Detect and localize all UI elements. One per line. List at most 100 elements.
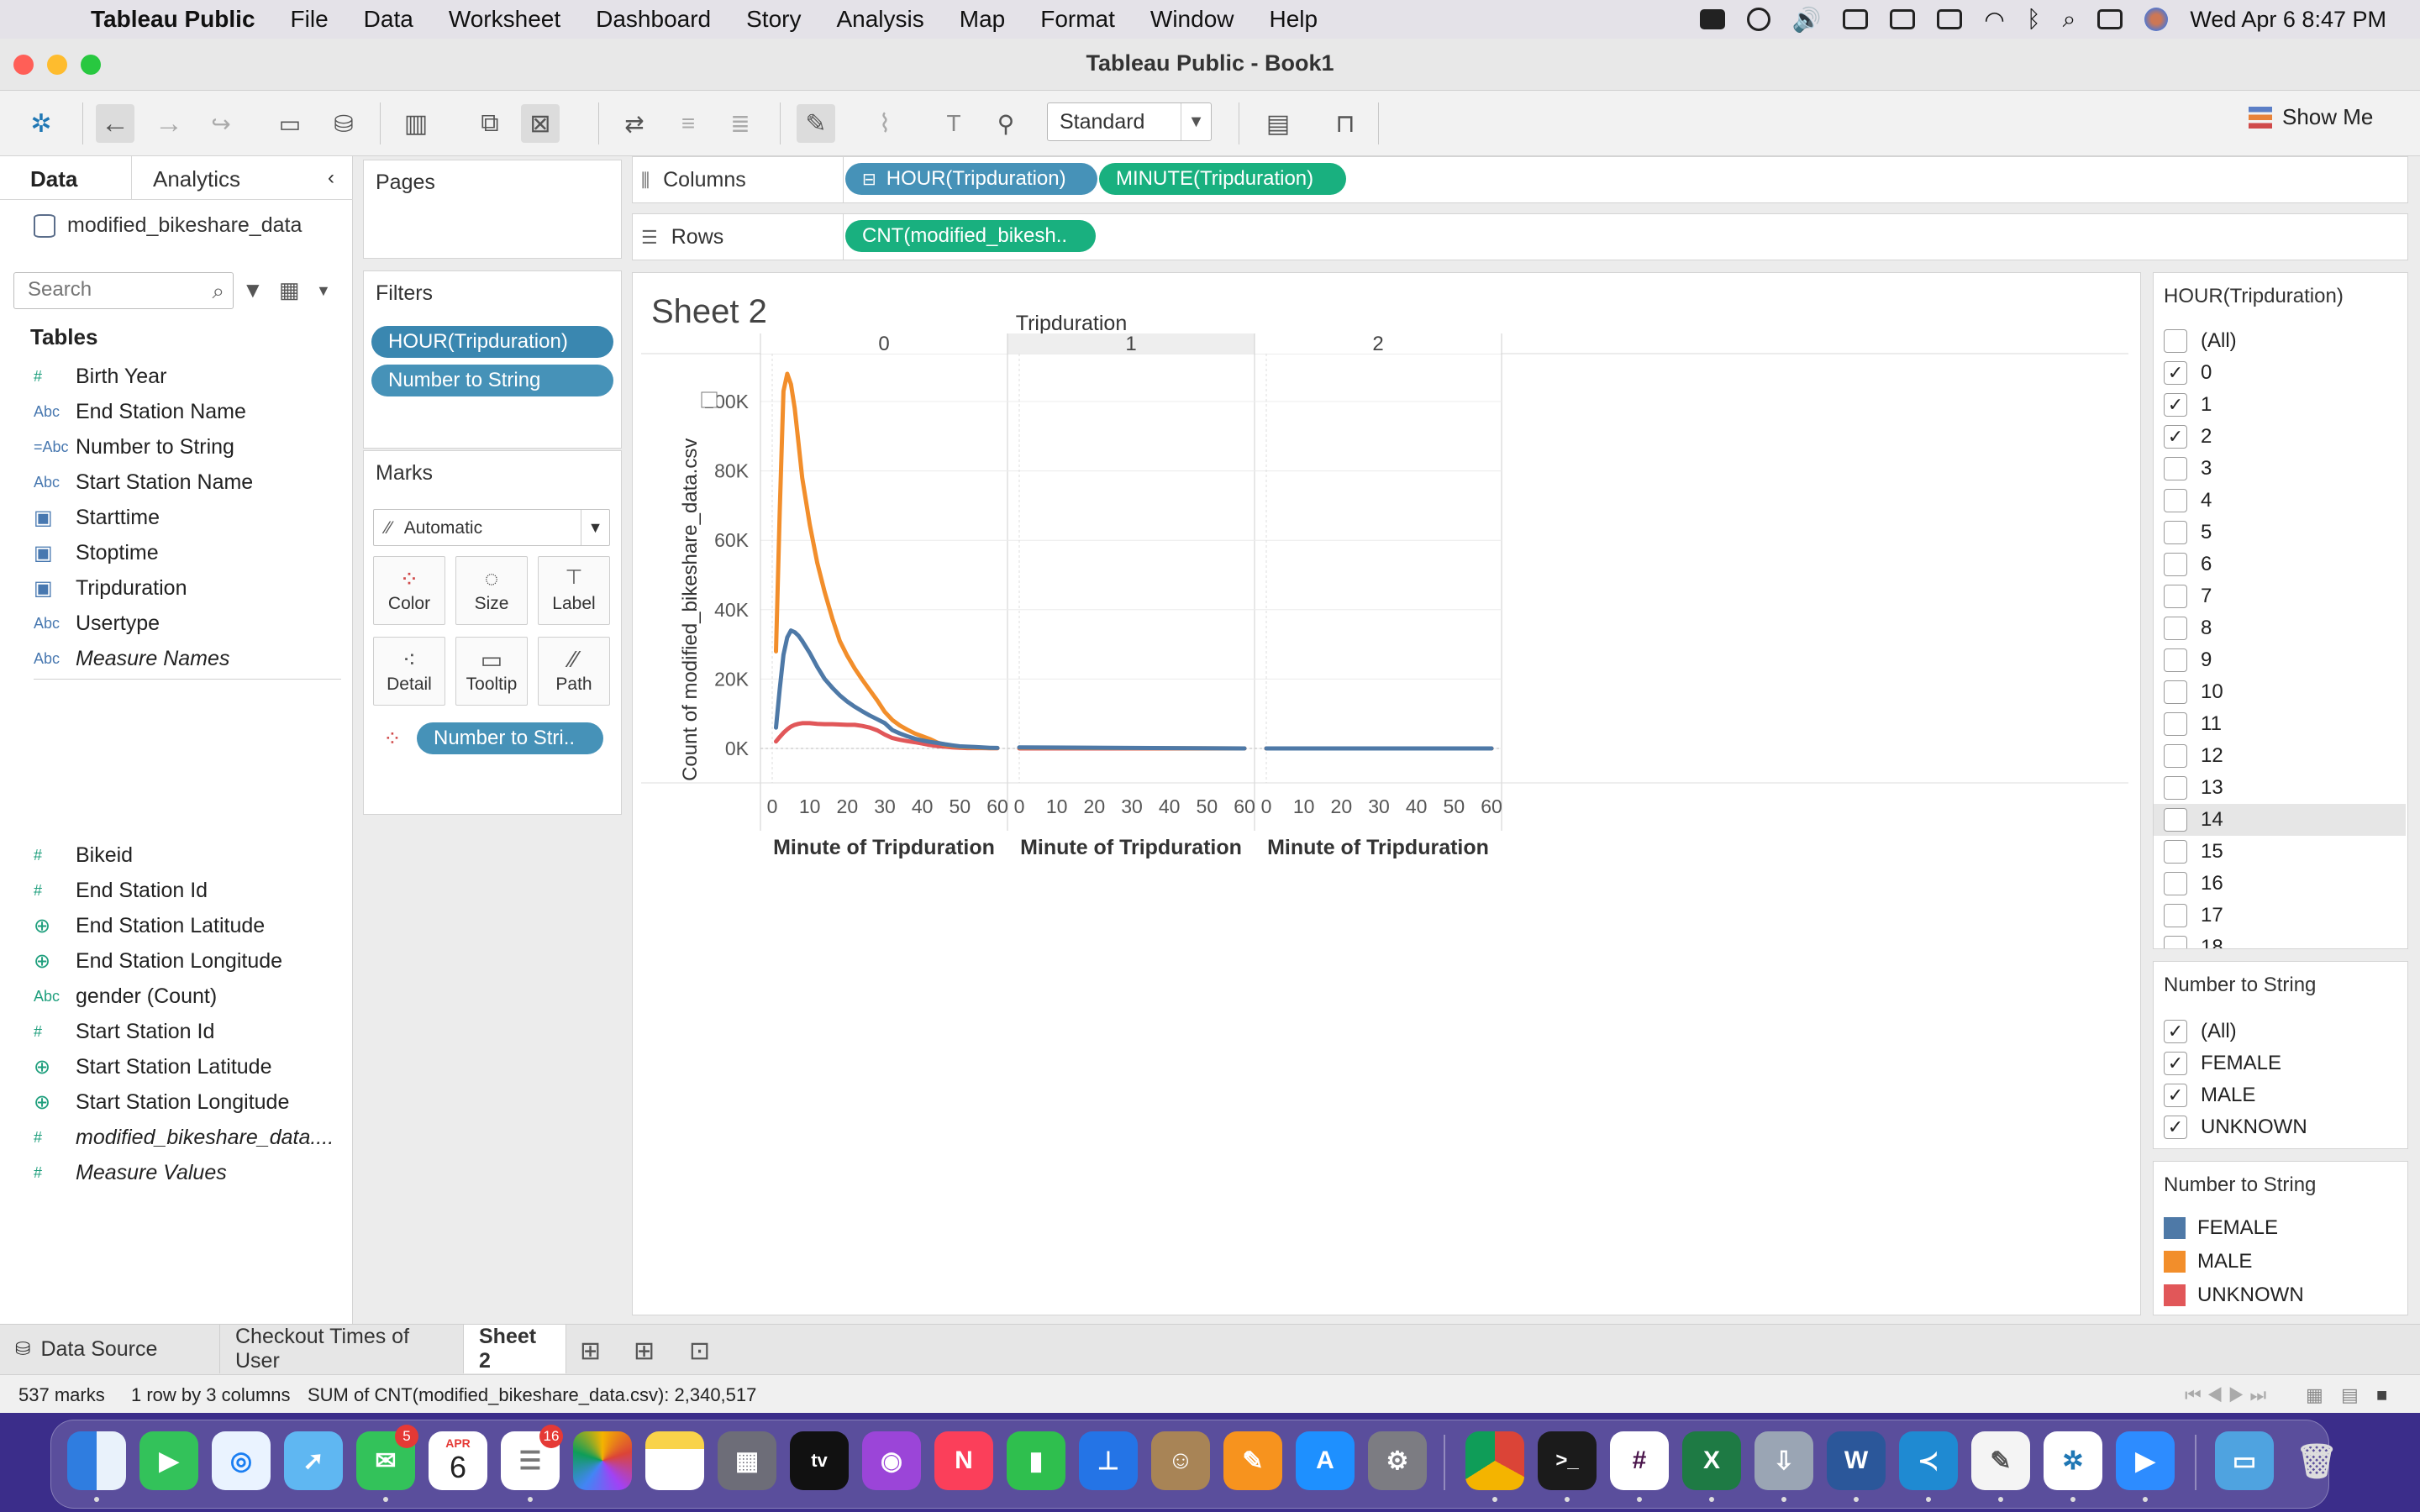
- field-bikeid[interactable]: # Bikeid: [34, 838, 345, 872]
- new-datasource-icon[interactable]: ⛁: [324, 104, 363, 143]
- legend-item[interactable]: FEMALE: [2164, 1212, 2278, 1244]
- chrome-icon[interactable]: [1465, 1431, 1524, 1490]
- hour-tripduration-filter-card[interactable]: HOUR(Tripduration) (All) ✓ 0 ✓ 1 ✓ 2 3 4 5 6 7 8 9 10 1…: [2153, 272, 2408, 949]
- field-measure-values[interactable]: # Measure Values: [34, 1156, 345, 1189]
- checkbox[interactable]: [2164, 840, 2187, 864]
- search-field[interactable]: ⌕: [13, 272, 234, 309]
- facetime-icon[interactable]: ▶: [139, 1431, 198, 1490]
- podcasts-icon[interactable]: ◉: [862, 1431, 921, 1490]
- line-chart[interactable]: Tripduration0 1 20K20K40K60K80K100KCount o…: [633, 273, 2140, 1315]
- show-me-button[interactable]: Show Me: [2249, 104, 2373, 130]
- number-to-string-filter-card[interactable]: Number to String ✓ (All) ✓ FEMALE ✓ MALE ✓ UNKN…: [2153, 961, 2408, 1149]
- string-filter-item[interactable]: ✓ UNKNOWN: [2154, 1111, 2406, 1143]
- menu-file[interactable]: File: [291, 6, 329, 33]
- contacts-icon[interactable]: ☺: [1151, 1431, 1210, 1490]
- color-pill-number-to-string[interactable]: Number to Stri..: [417, 722, 603, 754]
- columns-pill-minute-tripduration[interactable]: MINUTE(Tripduration): [1099, 163, 1346, 195]
- hour-filter-item[interactable]: 7: [2154, 580, 2406, 612]
- legend-item[interactable]: UNKNOWN: [2164, 1279, 2304, 1311]
- group-members-icon[interactable]: ⌇: [865, 104, 904, 143]
- news-icon[interactable]: N: [934, 1431, 993, 1490]
- zoom-icon[interactable]: ▶: [2116, 1431, 2175, 1490]
- keynote-icon[interactable]: ⊥: [1079, 1431, 1138, 1490]
- menu-window[interactable]: Window: [1150, 6, 1234, 33]
- show-cards-icon[interactable]: ▤: [1259, 104, 1297, 143]
- field-usertype[interactable]: Abc Usertype: [34, 606, 345, 640]
- datasource-item[interactable]: modified_bikeshare_data: [34, 213, 302, 238]
- columns-pill-hour-tripduration[interactable]: ⊟ HOUR(Tripduration): [845, 163, 1097, 195]
- maps-icon[interactable]: ➚: [284, 1431, 343, 1490]
- marks-path-button[interactable]: ⁄⁄ Path: [538, 637, 610, 706]
- tab-data-source[interactable]: ⛁ Data Source: [0, 1325, 220, 1373]
- undo-icon[interactable]: ←: [96, 104, 134, 143]
- hour-filter-item[interactable]: 15: [2154, 836, 2406, 868]
- legend-item[interactable]: MALE: [2164, 1246, 2252, 1278]
- hour-filter-item[interactable]: ✓ 0: [2154, 357, 2406, 389]
- checkbox[interactable]: [2164, 553, 2187, 576]
- photos-icon[interactable]: [573, 1431, 632, 1490]
- string-filter-item[interactable]: ✓ (All): [2154, 1016, 2406, 1047]
- checkbox[interactable]: ✓: [2164, 1020, 2187, 1043]
- show-mark-labels-icon[interactable]: T: [934, 104, 973, 143]
- hour-filter-item[interactable]: ✓ 2: [2154, 421, 2406, 453]
- redo-icon[interactable]: →: [150, 104, 188, 143]
- trash-icon[interactable]: 🗑: [2287, 1431, 2346, 1490]
- textedit-icon[interactable]: ✎: [1971, 1431, 2030, 1490]
- hour-filter-item[interactable]: 18: [2154, 932, 2406, 948]
- checkbox[interactable]: [2164, 457, 2187, 480]
- hour-filter-item[interactable]: 3: [2154, 453, 2406, 485]
- checkbox[interactable]: [2164, 617, 2187, 640]
- checkbox[interactable]: [2164, 489, 2187, 512]
- marks-card[interactable]: Marks: [363, 450, 622, 815]
- duplicate-sheet-icon[interactable]: ⧉: [471, 104, 509, 143]
- checkbox[interactable]: [2164, 585, 2187, 608]
- creative-cloud-icon[interactable]: [1746, 8, 1770, 31]
- string-filter-item[interactable]: ✓ FEMALE: [2154, 1047, 2406, 1079]
- tab-data[interactable]: Data: [30, 166, 77, 192]
- menu-help[interactable]: Help: [1270, 6, 1318, 33]
- search-input[interactable]: [28, 273, 196, 307]
- marks-label-button[interactable]: ⊤ Label: [538, 556, 610, 625]
- app-store-icon[interactable]: A: [1296, 1431, 1355, 1490]
- field-measure-names[interactable]: Abc Measure Names: [34, 642, 345, 675]
- filters-card[interactable]: Filters: [363, 270, 622, 449]
- hour-filter-item[interactable]: 16: [2154, 868, 2406, 900]
- tab-analytics[interactable]: Analytics: [153, 166, 240, 192]
- marks-color-button[interactable]: ⁘ Color: [373, 556, 445, 625]
- pane-menu-chevron-icon[interactable]: ▼: [316, 282, 331, 300]
- sort-descending-icon[interactable]: ≣: [721, 104, 760, 143]
- checkbox[interactable]: ✓: [2164, 1052, 2187, 1075]
- save-icon[interactable]: ▭: [271, 104, 309, 143]
- menu-data[interactable]: Data: [364, 6, 413, 33]
- siri-icon[interactable]: [2144, 8, 2169, 31]
- video-icon[interactable]: [1699, 9, 1725, 29]
- checkbox[interactable]: ✓: [2164, 425, 2187, 449]
- vscode-icon[interactable]: ≺: [1899, 1431, 1958, 1490]
- launchpad-icon[interactable]: ▦: [718, 1431, 776, 1490]
- tableau-logo-icon[interactable]: ✲: [22, 104, 60, 143]
- marks-tooltip-button[interactable]: ▭ Tooltip: [455, 637, 528, 706]
- slack-icon[interactable]: #: [1610, 1431, 1669, 1490]
- sort-ascending-icon[interactable]: ≡: [669, 104, 708, 143]
- menu-dashboard[interactable]: Dashboard: [596, 6, 711, 33]
- field-birth-year[interactable]: # Birth Year: [34, 360, 345, 393]
- terminal-icon[interactable]: >_: [1538, 1431, 1597, 1490]
- checkbox[interactable]: [2164, 872, 2187, 895]
- checkbox[interactable]: [2164, 744, 2187, 768]
- worksheet-view[interactable]: Sheet 2 Tripduration 0 1 2 0K 20K 40K 60K 80K 100…: [632, 272, 2141, 1315]
- checkbox[interactable]: [2164, 680, 2187, 704]
- hour-filter-item[interactable]: 14: [2154, 804, 2406, 836]
- replay-icon[interactable]: ↪: [202, 104, 240, 143]
- hour-filter-item[interactable]: 10: [2154, 676, 2406, 708]
- hour-filter-item[interactable]: 4: [2154, 485, 2406, 517]
- checkbox[interactable]: ✓: [2164, 361, 2187, 385]
- tabs-view-icon[interactable]: ■: [2376, 1384, 2387, 1406]
- menu-map[interactable]: Map: [960, 6, 1005, 33]
- checkbox[interactable]: ✓: [2164, 1084, 2187, 1107]
- notes-icon[interactable]: [645, 1431, 704, 1490]
- field-tripduration[interactable]: ▣ Tripduration: [34, 571, 345, 605]
- presentation-mode-icon[interactable]: ⊓: [1326, 104, 1365, 143]
- field-record-count[interactable]: # modified_bikeshare_data....: [34, 1121, 345, 1154]
- new-sheet-icon[interactable]: ⊞: [580, 1336, 601, 1366]
- downloads-folder-icon[interactable]: ▭: [2215, 1431, 2274, 1490]
